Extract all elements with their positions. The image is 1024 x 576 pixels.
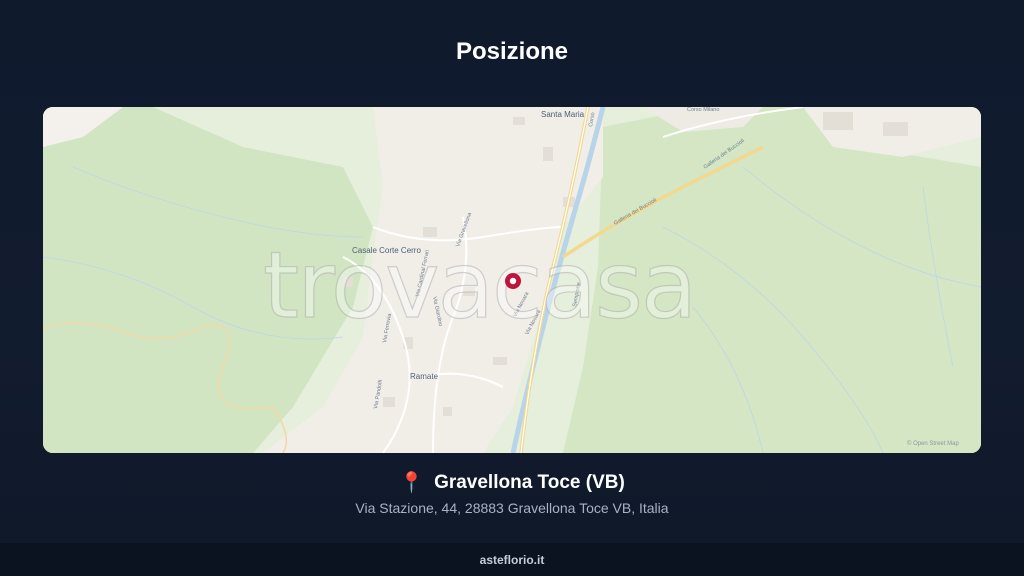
footer: asteflorio.it [0,543,1024,576]
page-title: Posizione [455,38,569,65]
footer-brand[interactable]: asteflorio.it [480,553,545,567]
round-pushpin-icon: 📍 [399,472,425,494]
location-name: Gravellona Toce (VB) [434,472,625,493]
map-attribution: © Open Street Map [907,440,959,447]
watermark-text: trovacasa [263,232,695,339]
place-label-santa-maria: Santa Maria [541,110,585,119]
map-canvas[interactable]: Santa Maria Casale Corte Cerro Ramate Co… [43,107,981,453]
road-label-corso-milano: Corso Milano [687,107,719,113]
marker-inner-dot [509,277,517,285]
location-marker[interactable] [505,273,521,289]
location-row: 📍 Gravellona Toce (VB) [0,472,1024,494]
page: Posizione Santa Maria Casale Corte Cerro… [0,0,1024,576]
place-label-ramate: Ramate [410,372,439,381]
map-container[interactable]: Santa Maria Casale Corte Cerro Ramate Co… [43,107,981,453]
location-address: Via Stazione, 44, 28883 Gravellona Toce … [355,500,669,516]
